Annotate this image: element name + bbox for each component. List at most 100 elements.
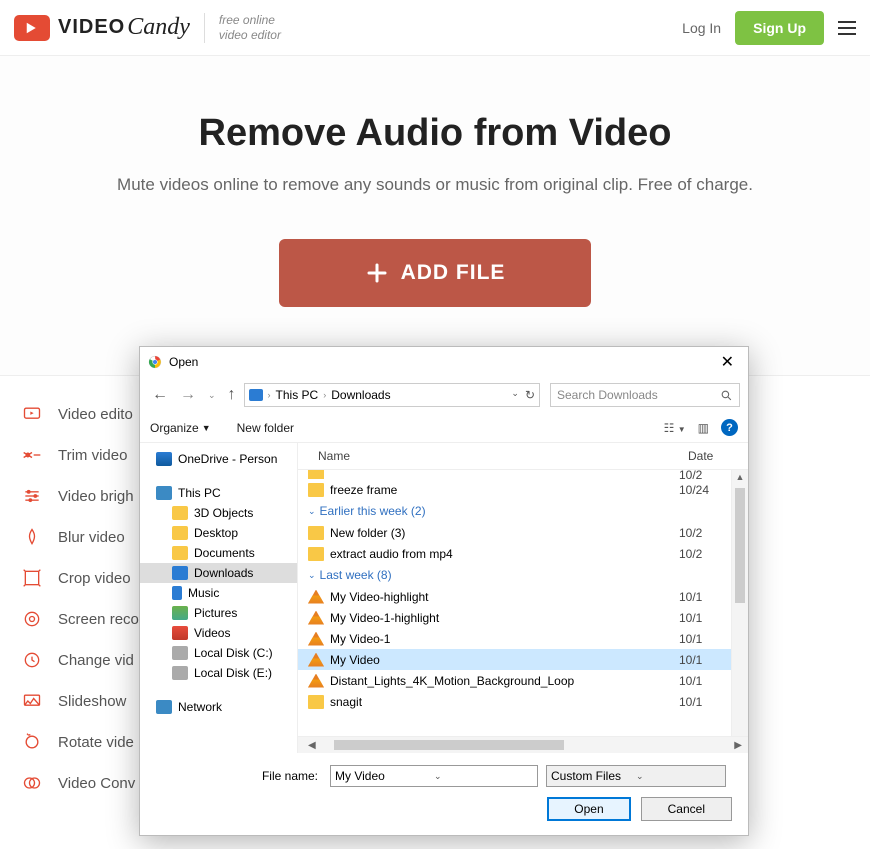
- address-dropdown-icon[interactable]: ⌄: [511, 388, 519, 402]
- scroll-up-icon[interactable]: ▲: [734, 470, 747, 484]
- scroll-thumb[interactable]: [735, 488, 745, 603]
- page-subtitle: Mute videos online to remove any sounds …: [0, 175, 870, 195]
- file-name: My Video-1: [330, 632, 679, 646]
- folder-icon: [172, 506, 188, 520]
- chevron-down-icon[interactable]: ⌄: [434, 771, 533, 782]
- tool-icon: [22, 568, 42, 588]
- file-icon: [308, 526, 324, 540]
- scroll-thumb[interactable]: [334, 740, 564, 750]
- column-name[interactable]: Name: [308, 449, 688, 463]
- folder-icon: [172, 666, 188, 680]
- sidebar-item-label: Trim video: [58, 447, 127, 464]
- tree-item-label: Desktop: [194, 526, 238, 540]
- sidebar-item-label: Video Conv: [58, 775, 135, 792]
- tree-item[interactable]: This PC: [140, 483, 297, 503]
- hamburger-icon[interactable]: [838, 17, 856, 39]
- tool-icon: [22, 609, 42, 629]
- folder-icon: [172, 546, 188, 560]
- tree-item[interactable]: Network: [140, 697, 297, 717]
- preview-pane-icon[interactable]: ▥: [698, 421, 709, 435]
- chevron-right-icon[interactable]: ›: [323, 390, 326, 400]
- tree-item[interactable]: Documents: [140, 543, 297, 563]
- tree-item-label: Documents: [194, 546, 255, 560]
- tool-icon: [22, 486, 42, 506]
- help-icon[interactable]: ?: [721, 419, 738, 436]
- folder-tree: OneDrive - Person This PC3D Objects Deskto…: [140, 443, 298, 753]
- sidebar-item-label: Video edito: [58, 406, 133, 423]
- tree-item[interactable]: OneDrive - Person: [140, 449, 297, 469]
- tree-item[interactable]: Videos: [140, 623, 297, 643]
- file-icon: [308, 483, 324, 497]
- scroll-left-icon[interactable]: ◀: [302, 740, 322, 751]
- new-folder-button[interactable]: New folder: [237, 421, 294, 435]
- login-link[interactable]: Log In: [682, 20, 721, 36]
- folder-icon: [172, 606, 188, 620]
- file-group-header[interactable]: ⌄ Last week (8): [298, 564, 731, 586]
- refresh-icon[interactable]: ↻: [525, 388, 535, 402]
- tree-item-label: OneDrive - Person: [178, 452, 277, 466]
- file-date: 10/1: [679, 695, 721, 709]
- chevron-right-icon[interactable]: ›: [268, 390, 271, 400]
- folder-icon: [156, 700, 172, 714]
- tree-item-label: Downloads: [194, 566, 253, 580]
- tree-item[interactable]: Music: [140, 583, 297, 603]
- address-bar[interactable]: › This PC › Downloads ⌄ ↻: [244, 383, 540, 407]
- sidebar-item-label: Crop video: [58, 570, 131, 587]
- brand-word-2: Candy: [127, 14, 190, 41]
- scroll-right-icon[interactable]: ▶: [728, 740, 748, 751]
- tree-item[interactable]: Downloads: [140, 563, 297, 583]
- logo-icon[interactable]: [14, 15, 50, 41]
- horizontal-scrollbar[interactable]: ◀ ▶: [298, 736, 748, 753]
- view-mode-icon[interactable]: ☷ ▼: [664, 421, 686, 435]
- dialog-nav-bar: ← → ⌄ ↑ › This PC › Downloads ⌄ ↻ Search…: [140, 377, 748, 413]
- file-row[interactable]: My Video10/1: [298, 649, 731, 670]
- file-row[interactable]: 10/2: [298, 470, 731, 479]
- close-button[interactable]: ✕: [715, 350, 740, 374]
- nav-back-icon[interactable]: ←: [148, 382, 172, 408]
- file-group-header[interactable]: ⌄ Earlier this week (2): [298, 500, 731, 522]
- file-row[interactable]: freeze frame10/24: [298, 479, 731, 500]
- search-input[interactable]: Search Downloads: [550, 383, 740, 407]
- file-date: 10/2: [679, 470, 721, 479]
- app-header: VIDEO Candy free online video editor Log…: [0, 0, 870, 56]
- file-date: 10/1: [679, 611, 721, 625]
- nav-recent-icon[interactable]: ⌄: [204, 386, 220, 405]
- file-row[interactable]: snagit10/1: [298, 691, 731, 712]
- hero-section: Remove Audio from Video Mute videos onli…: [0, 56, 870, 376]
- file-name: My Video: [330, 653, 679, 667]
- cancel-button[interactable]: Cancel: [641, 797, 732, 821]
- tree-item[interactable]: Local Disk (C:): [140, 643, 297, 663]
- tree-item[interactable]: 3D Objects: [140, 503, 297, 523]
- add-file-button[interactable]: ADD FILE: [279, 239, 592, 307]
- column-date[interactable]: Date: [688, 449, 738, 463]
- organize-button[interactable]: Organize▼: [150, 421, 211, 435]
- address-segment-pc[interactable]: This PC: [276, 388, 319, 402]
- file-row[interactable]: My Video-110/1: [298, 628, 731, 649]
- filetype-select[interactable]: Custom Files ⌄: [546, 765, 726, 787]
- address-segment-folder[interactable]: Downloads: [331, 388, 390, 402]
- file-date: 10/24: [679, 483, 721, 497]
- tree-item-label: Videos: [194, 626, 230, 640]
- file-row[interactable]: My Video-highlight10/1: [298, 586, 731, 607]
- file-row[interactable]: My Video-1-highlight10/1: [298, 607, 731, 628]
- nav-forward-icon[interactable]: →: [176, 382, 200, 408]
- filename-input[interactable]: My Video ⌄: [330, 765, 538, 787]
- tree-item[interactable]: Pictures: [140, 603, 297, 623]
- signup-button[interactable]: Sign Up: [735, 11, 824, 45]
- file-row[interactable]: extract audio from mp410/2: [298, 543, 731, 564]
- file-row[interactable]: Distant_Lights_4K_Motion_Background_Loop…: [298, 670, 731, 691]
- file-date: 10/1: [679, 590, 721, 604]
- sidebar-item-label: Screen reco: [58, 611, 139, 628]
- open-button[interactable]: Open: [547, 797, 630, 821]
- nav-up-icon[interactable]: ↑: [224, 382, 240, 408]
- folder-icon: [172, 626, 188, 640]
- dialog-title: Open: [169, 355, 198, 369]
- tree-item[interactable]: Local Disk (E:): [140, 663, 297, 683]
- chevron-down-icon[interactable]: ⌄: [636, 771, 721, 782]
- vertical-scrollbar[interactable]: ▲: [731, 470, 748, 736]
- page-title: Remove Audio from Video: [0, 112, 870, 155]
- folder-icon: [156, 486, 172, 500]
- file-row[interactable]: New folder (3)10/2: [298, 522, 731, 543]
- tree-item[interactable]: Desktop: [140, 523, 297, 543]
- file-open-dialog: Open ✕ ← → ⌄ ↑ › This PC › Downloads ⌄ ↻…: [139, 346, 749, 836]
